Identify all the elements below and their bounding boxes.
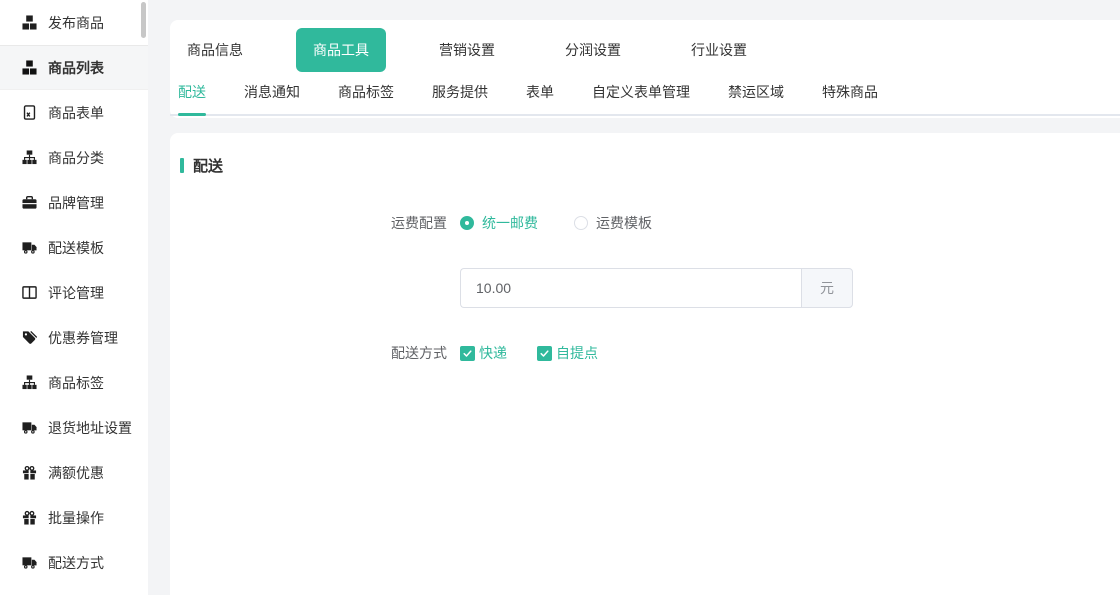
subtab-message-notification[interactable]: 消息通知 [244, 73, 300, 114]
sidebar-item-goods-form[interactable]: 商品表单 [0, 90, 148, 135]
freight-config-label: 运费配置 [170, 213, 447, 233]
sidebar-item-label: 批量操作 [48, 508, 104, 528]
fee-input-row: 元 [170, 268, 1120, 308]
section-title: 配送 [193, 155, 223, 176]
delivery-method-label: 配送方式 [170, 343, 447, 363]
radio-checked-icon [460, 216, 474, 230]
sidebar-item-delivery-method[interactable]: 配送方式 [0, 540, 148, 585]
radio-label: 运费模板 [596, 213, 652, 233]
sidebar-item-return-address[interactable]: 退货地址设置 [0, 405, 148, 450]
radio-unified-postage[interactable]: 统一邮费 [460, 213, 538, 233]
gift-icon [21, 465, 37, 481]
sidebar-item-label: 商品列表 [48, 58, 104, 78]
delivery-method-options: 快递 自提点 [460, 343, 628, 363]
subtab-goods-tags[interactable]: 商品标签 [338, 73, 394, 114]
sitemap-icon [21, 375, 37, 391]
top-tabs: 商品信息 商品工具 营销设置 分润设置 行业设置 [170, 20, 1120, 72]
section-accent-bar [180, 158, 184, 173]
sidebar-item-label: 配送方式 [48, 553, 104, 573]
sidebar-item-shipping-template[interactable]: 配送模板 [0, 225, 148, 270]
delivery-settings-form: 运费配置 统一邮费 运费模板 元 [170, 203, 1120, 373]
sidebar-item-label: 退货地址设置 [48, 418, 132, 438]
tab-goods-tools[interactable]: 商品工具 [296, 28, 386, 72]
columns-icon [21, 285, 37, 301]
subtab-form[interactable]: 表单 [526, 73, 554, 114]
sidebar-item-label: 发布商品 [48, 13, 104, 33]
checkbox-label: 快递 [479, 343, 507, 363]
fee-input-group: 元 [460, 268, 853, 308]
tabs-card: 商品信息 商品工具 营销设置 分润设置 行业设置 配送 消息通知 商品标签 服务… [170, 20, 1120, 118]
radio-label: 统一邮费 [482, 213, 538, 233]
content-card: 配送 运费配置 统一邮费 运费模板 [170, 133, 1120, 595]
subtab-custom-form-management[interactable]: 自定义表单管理 [592, 73, 690, 114]
checkbox-pickup-point[interactable]: 自提点 [537, 343, 598, 363]
briefcase-icon [21, 195, 37, 211]
truck-icon [21, 420, 37, 436]
fee-input[interactable] [460, 268, 801, 308]
tags-icon [21, 330, 37, 346]
freight-config-row: 运费配置 统一邮费 运费模板 [170, 203, 1120, 243]
checkbox-checked-icon [460, 346, 475, 361]
sidebar-item-brand-management[interactable]: 品牌管理 [0, 180, 148, 225]
sidebar-item-label: 评论管理 [48, 283, 104, 303]
tab-marketing-settings[interactable]: 营销设置 [422, 28, 512, 72]
subtab-special-goods[interactable]: 特殊商品 [822, 73, 878, 114]
gift-icon [21, 510, 37, 526]
sidebar-item-goods-list[interactable]: 商品列表 [0, 45, 148, 90]
section-header: 配送 [170, 133, 1120, 176]
subtab-restricted-area[interactable]: 禁运区域 [728, 73, 784, 114]
truck-icon [21, 240, 37, 256]
fee-unit-addon: 元 [801, 268, 853, 308]
sidebar-item-publish-goods[interactable]: 发布商品 [0, 0, 148, 45]
sidebar-item-goods-category[interactable]: 商品分类 [0, 135, 148, 180]
sitemap-icon [21, 150, 37, 166]
tab-profit-settings[interactable]: 分润设置 [548, 28, 638, 72]
checkbox-label: 自提点 [556, 343, 598, 363]
sidebar-item-label: 商品分类 [48, 148, 104, 168]
sub-tabs: 配送 消息通知 商品标签 服务提供 表单 自定义表单管理 禁运区域 特殊商品 [170, 73, 1120, 116]
subtab-service-provision[interactable]: 服务提供 [432, 73, 488, 114]
sidebar-item-full-discount[interactable]: 满额优惠 [0, 450, 148, 495]
app-window: 发布商品 商品列表 商品表单 商品分类 品牌管理 [0, 0, 1120, 595]
tab-industry-settings[interactable]: 行业设置 [674, 28, 764, 72]
sidebar-item-goods-tags[interactable]: 商品标签 [0, 360, 148, 405]
tab-goods-info[interactable]: 商品信息 [170, 28, 260, 72]
sidebar-scrollbar-thumb[interactable] [141, 2, 146, 38]
checkbox-checked-icon [537, 346, 552, 361]
sidebar-item-coupon-management[interactable]: 优惠券管理 [0, 315, 148, 360]
truck-icon [21, 555, 37, 571]
delivery-method-row: 配送方式 快递 自提点 [170, 333, 1120, 373]
sidebar-item-label: 商品表单 [48, 103, 104, 123]
subtab-delivery[interactable]: 配送 [178, 73, 206, 114]
sidebar-item-label: 满额优惠 [48, 463, 104, 483]
radio-unchecked-icon [574, 216, 588, 230]
checkbox-express[interactable]: 快递 [460, 343, 507, 363]
cubes-icon [21, 15, 37, 31]
sidebar-item-comment-management[interactable]: 评论管理 [0, 270, 148, 315]
sidebar-item-batch-operation[interactable]: 批量操作 [0, 495, 148, 540]
sidebar-item-label: 品牌管理 [48, 193, 104, 213]
radio-freight-template[interactable]: 运费模板 [574, 213, 652, 233]
sidebar: 发布商品 商品列表 商品表单 商品分类 品牌管理 [0, 0, 148, 595]
fee-input-wrap: 元 [460, 268, 853, 308]
freight-config-options: 统一邮费 运费模板 [460, 213, 688, 233]
cubes-icon [21, 60, 37, 76]
sidebar-item-label: 优惠券管理 [48, 328, 118, 348]
sidebar-item-label: 配送模板 [48, 238, 104, 258]
file-excel-icon [21, 105, 37, 121]
sidebar-item-label: 商品标签 [48, 373, 104, 393]
